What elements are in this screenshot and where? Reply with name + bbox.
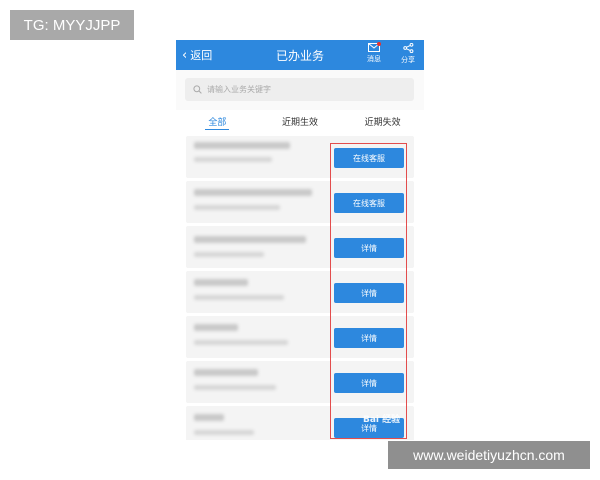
blurred-text	[194, 279, 248, 286]
tg-label-badge: TG: MYYJJPP	[10, 10, 134, 40]
share-button[interactable]: 分享	[394, 42, 422, 68]
online-service-button[interactable]: 在线客服	[334, 148, 404, 168]
message-label: 消息	[367, 55, 381, 63]
notification-dot	[377, 42, 381, 46]
search-area: 请输入业务关键字	[176, 70, 424, 110]
list-item: 在线客服	[186, 136, 414, 178]
list-item: 详情	[186, 226, 414, 268]
tab-all[interactable]: 全部	[176, 110, 259, 132]
blurred-text	[194, 157, 272, 162]
site-watermark: www.weidetiyuzhcn.com	[388, 441, 590, 469]
details-button[interactable]: 详情	[334, 328, 404, 348]
search-input[interactable]: 请输入业务关键字	[185, 78, 414, 101]
tab-recently-effective[interactable]: 近期生效	[259, 110, 342, 132]
search-icon	[193, 85, 202, 94]
blurred-text	[194, 189, 312, 196]
blurred-text	[194, 340, 288, 345]
message-button[interactable]: 消息	[360, 42, 388, 68]
blurred-text	[194, 205, 280, 210]
blurred-text	[194, 414, 224, 421]
details-button[interactable]: 详情	[334, 373, 404, 393]
blurred-text	[194, 369, 258, 376]
details-button[interactable]: 详情	[334, 283, 404, 303]
share-label: 分享	[401, 56, 415, 64]
share-icon	[402, 43, 413, 53]
blurred-text	[194, 430, 254, 435]
blurred-text	[194, 324, 238, 331]
list-item: 详情	[186, 271, 414, 313]
search-placeholder: 请输入业务关键字	[207, 85, 271, 94]
tab-recently-expired[interactable]: 近期失效	[341, 110, 424, 132]
blurred-text	[194, 295, 284, 300]
app-header: ‹ 返回 已办业务 消息 分享	[176, 40, 424, 70]
phone-screen: ‹ 返回 已办业务 消息 分享 请输入业务关键字 全部 近期生效 近期失效 在线…	[176, 40, 424, 440]
list-item: 在线客服	[186, 181, 414, 223]
list-item: 详情	[186, 316, 414, 358]
details-button[interactable]: 详情	[334, 238, 404, 258]
blurred-text	[194, 385, 276, 390]
online-service-button[interactable]: 在线客服	[334, 193, 404, 213]
baidu-watermark: Bai 经验	[363, 415, 401, 425]
tab-bar: 全部 近期生效 近期失效	[176, 110, 424, 132]
blurred-text	[194, 252, 264, 257]
blurred-text	[194, 236, 306, 243]
blurred-text	[194, 142, 290, 149]
list-item: 详情	[186, 361, 414, 403]
